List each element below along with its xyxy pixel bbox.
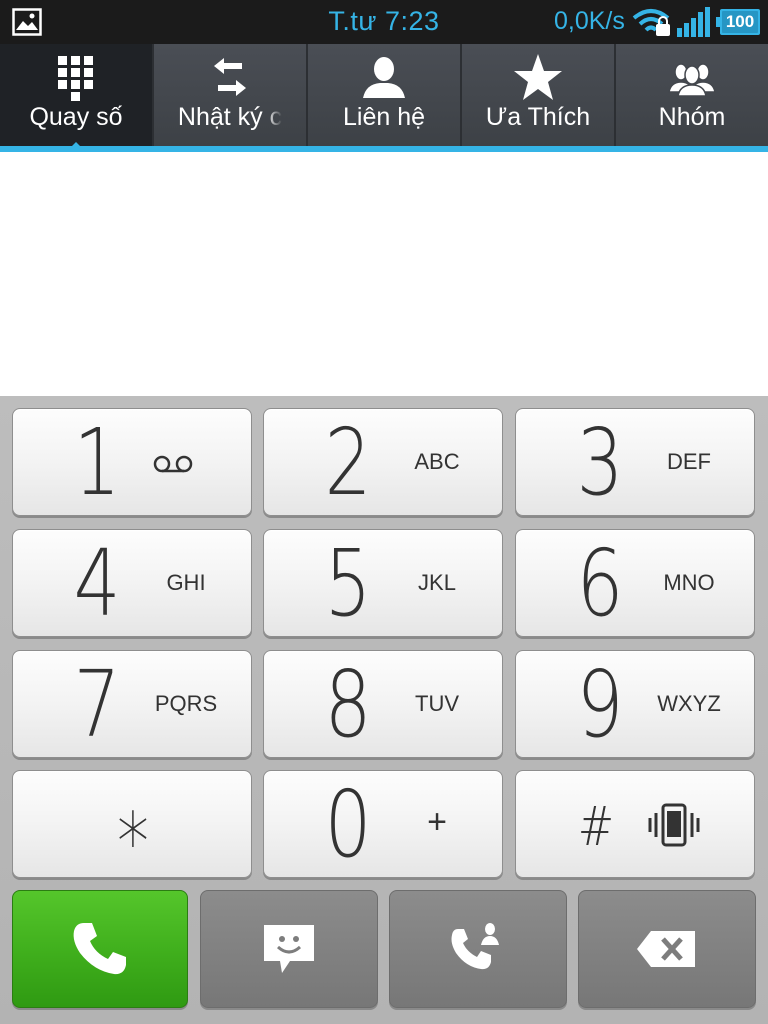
signal-icon	[677, 7, 710, 37]
active-tab-indicator	[66, 142, 86, 152]
tab-call-log[interactable]: Nhật ký c	[154, 44, 308, 146]
phone-icon	[73, 923, 126, 975]
message-button[interactable]	[200, 890, 378, 1008]
tab-bar: Quay số Nhật ký c Liên hệ Ưa Thích Nhóm	[0, 44, 768, 152]
tab-groups[interactable]: Nhóm	[616, 44, 768, 146]
key-5[interactable]: 5 JKL	[263, 529, 503, 637]
tab-favorites[interactable]: Ưa Thích	[462, 44, 616, 146]
key-letters: DEF	[667, 449, 711, 474]
key-3[interactable]: 3 DEF	[515, 408, 755, 516]
status-bar: T.tư 7:23 0,0K/s 100	[0, 0, 768, 44]
key-letters: WXYZ	[657, 691, 721, 716]
battery-level: 100	[725, 12, 755, 31]
voicemail-icon	[153, 455, 193, 473]
tab-dialer[interactable]: Quay số	[0, 44, 154, 152]
call-log-icon	[214, 58, 246, 96]
key-letters: PQRS	[154, 691, 218, 716]
star-icon	[514, 54, 562, 100]
key-1[interactable]: 1	[12, 408, 252, 516]
key-2[interactable]: 2 ABC	[263, 408, 503, 516]
key-letters: TUV	[415, 691, 459, 716]
network-speed: 0,0K/s	[554, 7, 625, 35]
tab-label: Nhóm	[658, 103, 726, 131]
key-digit: 1	[73, 409, 121, 516]
backspace-button[interactable]	[578, 890, 756, 1008]
key-digit: #	[577, 795, 615, 858]
key-letters: MNO	[663, 570, 715, 595]
call-button[interactable]	[12, 890, 188, 1008]
key-0[interactable]: 0 +	[263, 770, 503, 878]
message-icon	[264, 925, 314, 973]
tab-contacts[interactable]: Liên hệ	[308, 44, 462, 146]
tab-label: Quay số	[29, 103, 123, 131]
key-letters: GHI	[166, 570, 206, 595]
key-letters: JKL	[418, 570, 456, 595]
key-digit: *	[117, 796, 149, 889]
backspace-icon	[637, 931, 695, 967]
add-to-contact-icon	[451, 923, 499, 970]
key-7[interactable]: 7 PQRS	[12, 650, 252, 758]
key-9[interactable]: 9 WXYZ	[515, 650, 755, 758]
key-hash[interactable]: #	[515, 770, 755, 878]
vibrate-icon	[648, 803, 700, 847]
contact-icon	[363, 57, 405, 98]
group-icon	[668, 63, 716, 97]
key-4[interactable]: 4 GHI	[12, 529, 252, 637]
tab-label: Ưa Thích	[485, 103, 591, 131]
tab-label: Liên hệ	[342, 103, 426, 131]
dialpad-icon	[58, 56, 93, 101]
wifi-lock-icon	[632, 9, 670, 36]
tab-label: Nhật ký c	[177, 103, 283, 131]
dial-number-field[interactable]	[0, 158, 768, 396]
key-star[interactable]: *	[12, 770, 252, 889]
key-letters: ABC	[414, 449, 460, 474]
key-letters: +	[427, 803, 447, 841]
key-8[interactable]: 8 TUV	[263, 650, 503, 758]
add-to-contact-button[interactable]	[389, 890, 567, 1008]
key-6[interactable]: 6 MNO	[515, 529, 755, 637]
